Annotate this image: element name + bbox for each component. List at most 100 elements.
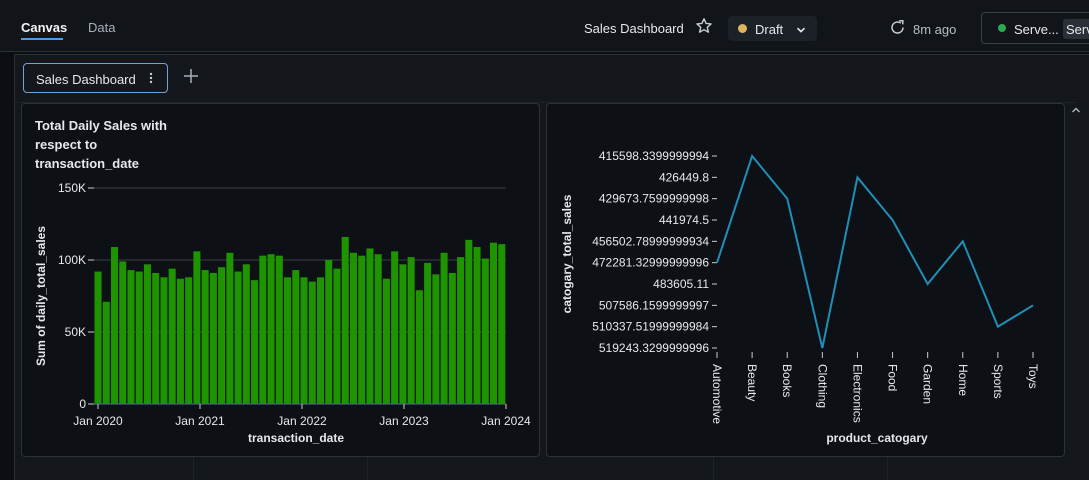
y-tick-label: 50K [65, 325, 86, 339]
draft-status-dropdown[interactable]: Draft [728, 16, 817, 41]
bar [341, 236, 349, 404]
bar [119, 261, 127, 404]
y-tick-label: 519243.3299999996 [599, 341, 709, 355]
refresh-icon[interactable] [889, 19, 906, 36]
y-tick-label: 472281.32999999996 [592, 256, 709, 270]
compute-selector[interactable]: Serve... Serverless [981, 12, 1089, 44]
bar [358, 255, 366, 404]
x-tick-label: Jan 2020 [73, 414, 123, 428]
y-tick-label: 429673.7599999998 [599, 192, 709, 206]
y-tick-label: 150K [58, 181, 86, 195]
bar [143, 264, 151, 404]
bar [102, 301, 110, 404]
y-tick-label: 100K [58, 253, 86, 267]
bar [481, 258, 489, 404]
bar [94, 271, 102, 404]
y-tick-label: 0 [79, 397, 86, 411]
page-tab-sales-dashboard[interactable]: Sales Dashboard [23, 63, 168, 93]
bar [292, 270, 300, 404]
bar [448, 272, 456, 404]
widget-daily-sales-chart[interactable]: Total Daily Sales with respect to transa… [21, 103, 540, 457]
tab-data[interactable]: Data [88, 20, 115, 35]
bar [259, 255, 267, 404]
x-tick-label: Automotive [710, 364, 724, 424]
bar [300, 277, 308, 404]
bar [432, 274, 440, 404]
y-axis-label: catogary_total_sales [560, 194, 574, 313]
y-tick-label: 426449.8 [659, 170, 709, 184]
y-tick-label: 456502.78999999934 [592, 234, 709, 248]
kebab-menu-icon[interactable] [146, 71, 156, 85]
active-tab-indicator [21, 38, 63, 40]
bar [316, 277, 325, 404]
draft-label: Draft [755, 22, 784, 37]
tab-canvas[interactable]: Canvas [21, 20, 67, 35]
server-label: Serve... [1014, 22, 1059, 37]
bar [176, 278, 184, 404]
bar [110, 247, 119, 404]
server-chip: Serverless [1063, 19, 1089, 39]
x-tick-label: Home [956, 364, 970, 396]
dashboard-title: Sales Dashboard [584, 21, 684, 36]
bar [168, 268, 176, 404]
x-tick-label: Jan 2024 [481, 414, 531, 428]
bar [201, 270, 209, 404]
x-axis-label: product_catogary [826, 431, 928, 445]
draft-status-dot [738, 24, 747, 33]
x-tick-label: Sports [991, 364, 1005, 399]
y-axis-label: Sum of daily_total_sales [34, 226, 48, 366]
bar [415, 290, 423, 404]
x-axis-label: transaction_date [248, 431, 344, 445]
bar [193, 251, 201, 404]
x-tick-label: Jan 2023 [379, 414, 429, 428]
y-tick-label: 507586.1599999997 [599, 298, 709, 312]
bar [333, 268, 341, 404]
bar [251, 280, 259, 404]
bar [382, 278, 390, 404]
bar [209, 272, 217, 404]
bar [234, 271, 242, 404]
canvas-guide [193, 455, 194, 480]
bar [457, 257, 465, 404]
bar [308, 281, 316, 404]
bar-chart: Sum of daily_total_sales transaction_dat… [34, 181, 531, 445]
top-bar: Canvas Data Sales Dashboard Draft 8m ago… [0, 0, 1089, 52]
page-tab-label: Sales Dashboard [36, 72, 136, 87]
bar [325, 260, 333, 404]
vertical-scrollbar[interactable] [1072, 118, 1080, 458]
canvas-guide [887, 455, 888, 480]
bar [284, 277, 292, 404]
bar [465, 239, 473, 404]
bar [498, 244, 506, 404]
bar [160, 277, 168, 404]
bar [407, 257, 415, 404]
widget-category-sales-chart[interactable]: catogary_total_sales product_catogary 41… [546, 103, 1065, 457]
bar [135, 271, 143, 404]
plus-icon[interactable] [183, 68, 199, 84]
y-tick-label: 483605.11 [653, 277, 709, 291]
bar [391, 251, 399, 404]
bar [218, 267, 226, 404]
bar [424, 262, 432, 404]
line-chart: catogary_total_sales product_catogary 41… [560, 149, 1040, 445]
star-icon[interactable] [695, 17, 713, 35]
x-tick-label: Jan 2021 [175, 414, 225, 428]
x-tick-label: Clothing [815, 364, 829, 408]
bar [185, 277, 193, 404]
x-tick-label: Books [780, 364, 794, 397]
x-tick-label: Jan 2022 [277, 414, 327, 428]
bar [267, 254, 275, 404]
series-line [716, 153, 1034, 349]
x-tick-label: Electronics [850, 364, 864, 423]
chevron-up-icon[interactable] [1070, 103, 1082, 115]
bar [242, 264, 250, 404]
bar [440, 252, 448, 404]
bar [127, 270, 135, 404]
canvas-guide [713, 455, 714, 480]
chevron-down-icon [795, 23, 807, 35]
server-status-dot [998, 24, 1006, 32]
x-tick-label: Garden [921, 364, 935, 404]
bar [226, 252, 234, 404]
bar [490, 242, 498, 404]
bar [473, 247, 481, 404]
